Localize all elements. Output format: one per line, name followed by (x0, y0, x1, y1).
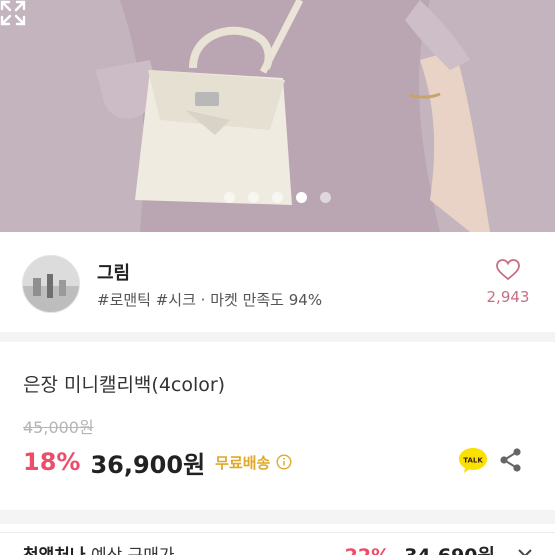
expected-price: 22% 34,690원 (345, 541, 495, 555)
seller-section[interactable]: 그림 #로맨틱 #시크 · 마켓 만족도 94% 2,943 (0, 232, 555, 332)
seller-tags: #로맨틱 #시크 · 마켓 만족도 94% (97, 291, 323, 309)
info-icon[interactable] (276, 454, 292, 470)
section-divider (0, 510, 555, 524)
price-row: 18% 36,900원 무료배송 (23, 446, 292, 479)
expected-discount: 22% (345, 545, 390, 555)
carousel-dot[interactable] (248, 192, 259, 203)
carousel-dot-active[interactable] (296, 192, 307, 203)
seller-name[interactable]: 그림 (97, 259, 130, 285)
expected-sale-price: 34,690원 (404, 545, 495, 555)
expected-price-text: 예상 구매가 (91, 546, 175, 555)
kakao-talk-icon[interactable]: TALK (458, 446, 488, 474)
original-price: 45,000원 (23, 418, 94, 437)
discount-rate: 18% (23, 448, 81, 476)
seller-avatar[interactable] (22, 255, 80, 313)
heart-icon (496, 259, 520, 281)
like-button[interactable]: 2,943 (483, 258, 533, 306)
talk-label: TALK (463, 457, 483, 465)
share-icon[interactable] (498, 447, 524, 473)
product-image[interactable] (0, 0, 555, 232)
first-order-price-row[interactable]: 첫앱처나 예상 구매가 22% 34,690원 (0, 532, 555, 555)
carousel-dot[interactable] (224, 192, 235, 203)
carousel-dot[interactable] (272, 192, 283, 203)
sale-price: 36,900원 (90, 450, 206, 479)
chevron-down-icon[interactable] (517, 547, 533, 555)
carousel-dot[interactable] (320, 192, 331, 203)
carousel-dots (0, 192, 555, 203)
shipping-label: 무료배송 (215, 453, 271, 472)
expand-icon[interactable] (0, 0, 26, 26)
product-title: 은장 미니캘리백(4color) (23, 374, 226, 396)
section-divider (0, 332, 555, 342)
first-app-label: 첫앱처나 (23, 546, 86, 555)
expected-price-label: 첫앱처나 예상 구매가 (23, 541, 175, 555)
avatar-image (23, 256, 79, 312)
like-count: 2,943 (486, 288, 530, 306)
